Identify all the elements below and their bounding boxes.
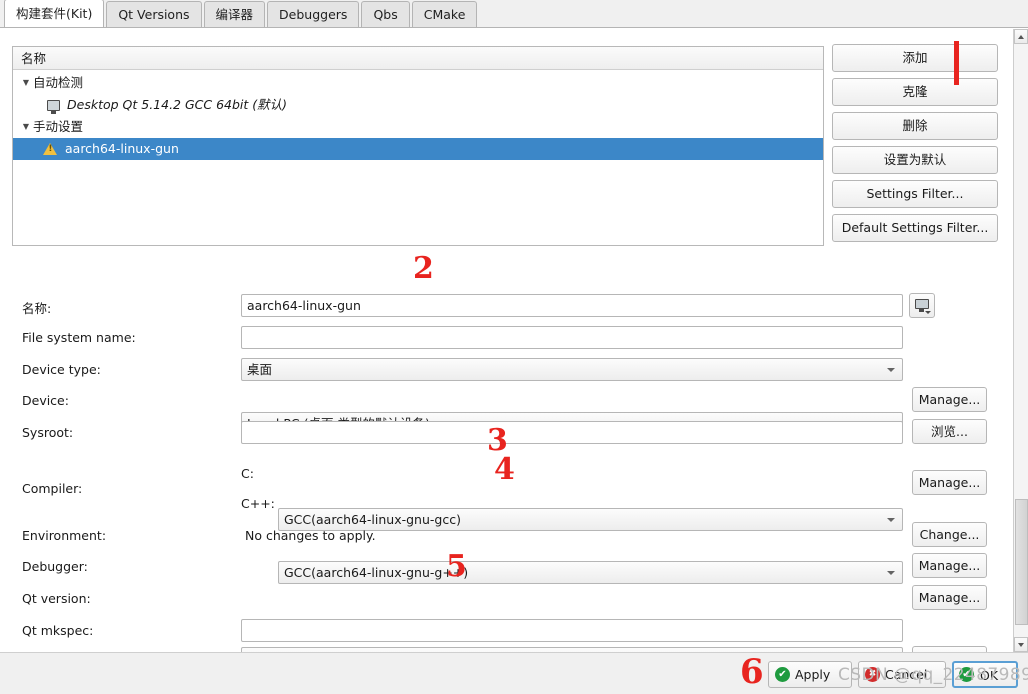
label-name: 名称: xyxy=(22,301,52,316)
qt-mkspec-input[interactable] xyxy=(241,619,903,642)
vertical-scrollbar[interactable] xyxy=(1013,29,1028,652)
cancel-button-label: Cancel xyxy=(885,667,928,682)
label-compiler: Compiler: xyxy=(22,481,83,496)
chevron-down-icon xyxy=(887,368,895,372)
label-qt-mkspec: Qt mkspec: xyxy=(22,623,94,638)
name-input[interactable]: aarch64-linux-gun xyxy=(241,294,903,317)
tree-item-aarch64-linux-gun[interactable]: aarch64-linux-gun xyxy=(13,138,823,160)
device-type-combo[interactable]: 桌面 xyxy=(241,358,903,381)
tree-column-header-name: 名称 xyxy=(13,47,823,70)
default-settings-filter-button[interactable]: Default Settings Filter... xyxy=(832,214,998,242)
tab-debuggers[interactable]: Debuggers xyxy=(267,1,360,27)
kit-settings-panel: 名称 ▼ 自动检测 Desktop Qt 5.14.2 GCC 64bit (默… xyxy=(0,28,1013,652)
monitor-icon xyxy=(915,299,929,309)
tab-cmake[interactable]: CMake xyxy=(411,1,478,27)
label-file-system-name: File system name: xyxy=(22,330,136,345)
compiler-cxx-value: GCC(aarch64-linux-gnu-g++) xyxy=(284,565,469,580)
label-device-type: Device type: xyxy=(22,362,101,377)
cross-circle-icon xyxy=(865,667,880,682)
tree-group-auto-detected[interactable]: ▼ 自动检测 xyxy=(13,72,823,94)
clone-button[interactable]: 克隆 xyxy=(832,78,998,106)
kit-actions: 添加 克隆 删除 设置为默认 Settings Filter... Defaul… xyxy=(832,44,998,248)
qt-version-manage-button[interactable]: Manage... xyxy=(912,585,987,610)
monitor-stand-icon xyxy=(919,309,924,312)
ok-button[interactable]: OK xyxy=(952,661,1018,688)
scroll-down-arrow-icon[interactable] xyxy=(1014,637,1028,652)
compiler-manage-button[interactable]: Manage... xyxy=(912,470,987,495)
compiler-cxx-combo[interactable]: GCC(aarch64-linux-gnu-g++) xyxy=(278,561,903,584)
tab-qt-versions[interactable]: Qt Versions xyxy=(106,1,202,27)
tab-bar: 构建套件(Kit) Qt Versions 编译器 Debuggers Qbs … xyxy=(0,0,1028,28)
scrollbar-thumb[interactable] xyxy=(1015,499,1028,625)
cancel-button[interactable]: Cancel xyxy=(858,661,946,688)
check-circle-icon xyxy=(775,667,790,682)
compiler-c-value: GCC(aarch64-linux-gnu-gcc) xyxy=(284,512,461,527)
dialog-button-bar: Apply Cancel OK xyxy=(0,652,1028,694)
label-debugger: Debugger: xyxy=(22,559,88,574)
label-sysroot: Sysroot: xyxy=(22,425,74,440)
desktop-monitor-icon xyxy=(47,99,60,114)
apply-button-label: Apply xyxy=(795,667,831,682)
chevron-down-icon xyxy=(887,571,895,575)
kit-tree[interactable]: 名称 ▼ 自动检测 Desktop Qt 5.14.2 GCC 64bit (默… xyxy=(12,46,824,246)
add-button[interactable]: 添加 xyxy=(832,44,998,72)
remove-button[interactable]: 删除 xyxy=(832,112,998,140)
label-environment: Environment: xyxy=(22,528,107,543)
environment-value: No changes to apply. xyxy=(245,528,376,543)
tree-group-manual[interactable]: ▼ 手动设置 xyxy=(13,116,823,138)
chevron-down-icon[interactable]: ▼ xyxy=(19,116,33,138)
ok-button-label: OK xyxy=(980,668,999,683)
tab-qbs[interactable]: Qbs xyxy=(361,1,410,27)
tree-item-desktop-qt[interactable]: Desktop Qt 5.14.2 GCC 64bit (默认) xyxy=(13,94,823,116)
tree-group-label: 手动设置 xyxy=(33,119,84,134)
make-default-button[interactable]: 设置为默认 xyxy=(832,146,998,174)
settings-filter-button[interactable]: Settings Filter... xyxy=(832,180,998,208)
device-manage-button[interactable]: Manage... xyxy=(912,387,987,412)
label-device: Device: xyxy=(22,393,69,408)
tree-item-label: Desktop Qt 5.14.2 GCC 64bit (默认) xyxy=(67,97,288,112)
file-system-name-input[interactable] xyxy=(241,326,903,349)
tree-group-label: 自动检测 xyxy=(33,75,84,90)
kit-detail-form: 名称: aarch64-linux-gun File system name: … xyxy=(0,264,1013,652)
sysroot-browse-button[interactable]: 浏览... xyxy=(912,419,987,444)
device-type-value: 桌面 xyxy=(247,362,273,377)
debugger-manage-button[interactable]: Manage... xyxy=(912,553,987,578)
environment-change-button[interactable]: Change... xyxy=(912,522,987,547)
chevron-down-icon xyxy=(925,311,931,314)
warning-triangle-icon xyxy=(43,143,57,155)
sysroot-input[interactable] xyxy=(241,421,903,444)
chevron-down-icon[interactable]: ▼ xyxy=(19,72,33,94)
label-qt-version: Qt version: xyxy=(22,591,91,606)
tab-kit[interactable]: 构建套件(Kit) xyxy=(4,0,105,27)
tab-compilers[interactable]: 编译器 xyxy=(203,1,266,27)
chevron-down-icon xyxy=(887,518,895,522)
tree-body: ▼ 自动检测 Desktop Qt 5.14.2 GCC 64bit (默认) … xyxy=(13,70,823,160)
apply-button[interactable]: Apply xyxy=(768,661,852,688)
check-circle-icon xyxy=(959,667,974,682)
label-compiler-c: C: xyxy=(241,466,254,481)
tree-item-label: aarch64-linux-gun xyxy=(65,141,179,156)
label-compiler-cxx: C++: xyxy=(241,496,275,511)
device-icon-button[interactable] xyxy=(909,293,935,318)
scroll-up-arrow-icon[interactable] xyxy=(1014,29,1028,44)
